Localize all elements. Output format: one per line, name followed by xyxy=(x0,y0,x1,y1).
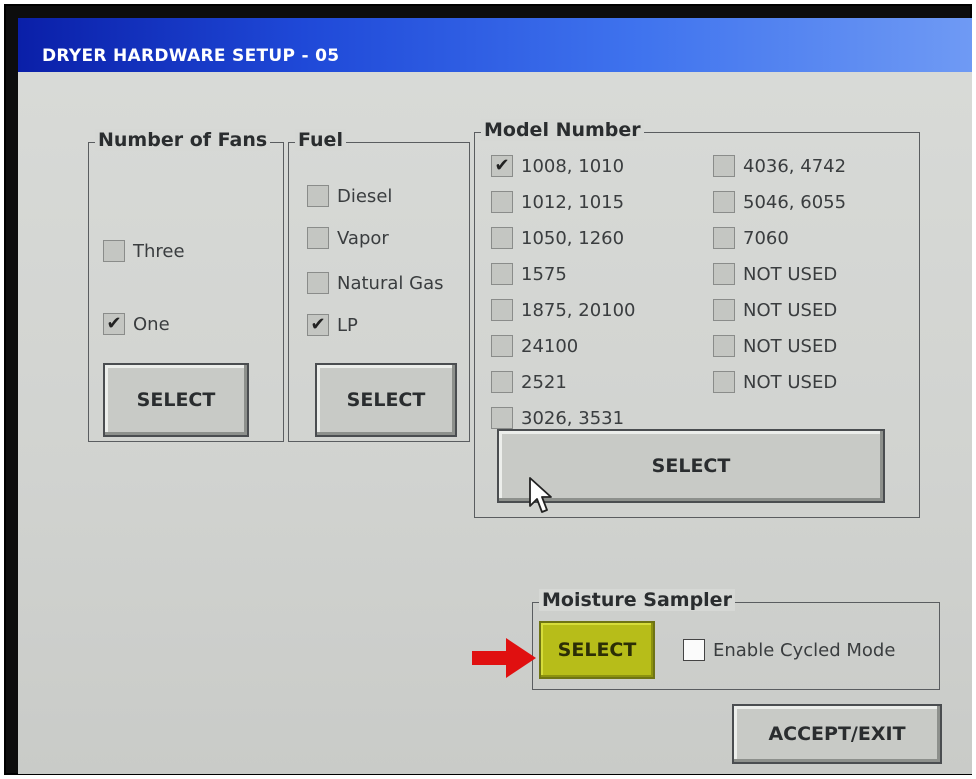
mouse-pointer-icon xyxy=(529,477,552,513)
model-right-option[interactable]: 5046, 6055 xyxy=(713,191,846,213)
model-right-checkbox[interactable] xyxy=(713,227,735,249)
model-left-option[interactable]: 24100 xyxy=(491,335,578,357)
model-left-label: 3026, 3531 xyxy=(521,407,625,429)
moisture-group: Moisture Sampler SELECT Enable Cycled Mo… xyxy=(532,589,940,690)
model-select-button[interactable]: SELECT xyxy=(497,429,885,503)
fans-three-checkbox[interactable] xyxy=(103,240,125,262)
model-left-checkbox[interactable] xyxy=(491,371,513,393)
cycled-mode-option[interactable]: Enable Cycled Mode xyxy=(683,639,895,661)
model-left-option[interactable]: 2521 xyxy=(491,371,567,393)
model-left-label: 1050, 1260 xyxy=(521,227,625,249)
fans-option-three[interactable]: Three xyxy=(103,240,185,262)
window-title: DRYER HARDWARE SETUP - 05 xyxy=(42,46,340,66)
fans-one-checkbox[interactable]: ✔ xyxy=(103,313,125,335)
model-right-label: NOT USED xyxy=(743,335,838,357)
model-left-option[interactable]: 1050, 1260 xyxy=(491,227,624,249)
red-arrow-icon xyxy=(472,638,536,678)
model-left-option[interactable]: 1012, 1015 xyxy=(491,191,624,213)
model-left-checkbox[interactable] xyxy=(491,335,513,357)
model-left-option[interactable]: 3026, 3531 xyxy=(491,407,624,429)
photo-frame: DRYER HARDWARE SETUP - 05 Number of Fans… xyxy=(4,4,972,775)
fuel-lp-label: LP xyxy=(337,314,358,336)
fuel-option-lp[interactable]: ✔ LP xyxy=(307,314,358,336)
moisture-legend: Moisture Sampler xyxy=(539,589,735,611)
model-right-option[interactable]: NOT USED xyxy=(713,299,837,321)
model-left-label: 1575 xyxy=(521,263,567,285)
model-right-option[interactable]: NOT USED xyxy=(713,263,837,285)
model-right-label: NOT USED xyxy=(743,371,838,393)
moisture-select-button[interactable]: SELECT xyxy=(539,621,655,679)
model-right-label: 7060 xyxy=(743,227,789,249)
model-left-checkbox[interactable] xyxy=(491,227,513,249)
model-left-checkbox[interactable] xyxy=(491,407,513,429)
model-right-label: NOT USED xyxy=(743,263,838,285)
model-right-checkbox[interactable] xyxy=(713,335,735,357)
model-left-checkbox[interactable] xyxy=(491,299,513,321)
cycled-mode-checkbox[interactable] xyxy=(683,639,705,661)
model-right-checkbox[interactable] xyxy=(713,263,735,285)
model-right-label: 5046, 6055 xyxy=(743,191,847,213)
model-left-label: 1875, 20100 xyxy=(521,299,636,321)
fuel-diesel-checkbox[interactable] xyxy=(307,185,329,207)
model-legend: Model Number xyxy=(481,119,644,141)
fuel-option-vapor[interactable]: Vapor xyxy=(307,227,389,249)
fuel-select-button[interactable]: SELECT xyxy=(315,363,457,437)
model-right-checkbox[interactable] xyxy=(713,155,735,177)
fuel-group: Fuel Diesel Vapor Natural Gas ✔ LP SELEC… xyxy=(288,129,470,442)
fans-select-button[interactable]: SELECT xyxy=(103,363,249,437)
model-right-option[interactable]: NOT USED xyxy=(713,335,837,357)
model-left-checkbox[interactable] xyxy=(491,191,513,213)
model-group: Model Number ✔ 1008, 1010 1012, 1015 1050, … xyxy=(474,119,920,518)
cycled-mode-label: Enable Cycled Mode xyxy=(713,639,896,661)
model-right-label: NOT USED xyxy=(743,299,838,321)
fuel-lp-checkbox[interactable]: ✔ xyxy=(307,314,329,336)
model-right-option[interactable]: NOT USED xyxy=(713,371,837,393)
fuel-vapor-checkbox[interactable] xyxy=(307,227,329,249)
fuel-legend: Fuel xyxy=(295,129,346,151)
fans-group: Number of Fans Three ✔ One SELECT xyxy=(88,129,284,442)
model-left-checkbox[interactable]: ✔ xyxy=(491,155,513,177)
model-right-option[interactable]: 4036, 4742 xyxy=(713,155,846,177)
model-left-label: 24100 xyxy=(521,335,579,357)
hmi-screen: DRYER HARDWARE SETUP - 05 Number of Fans… xyxy=(18,18,972,774)
title-bar: DRYER HARDWARE SETUP - 05 xyxy=(18,18,972,72)
model-left-option[interactable]: 1575 xyxy=(491,263,567,285)
model-left-checkbox[interactable] xyxy=(491,263,513,285)
model-right-checkbox[interactable] xyxy=(713,371,735,393)
fans-legend: Number of Fans xyxy=(95,129,271,151)
model-left-label: 2521 xyxy=(521,371,567,393)
accept-exit-button[interactable]: ACCEPT/EXIT xyxy=(732,704,942,764)
model-left-label: 1012, 1015 xyxy=(521,191,625,213)
fans-three-label: Three xyxy=(133,240,185,262)
model-right-label: 4036, 4742 xyxy=(743,155,847,177)
model-left-option[interactable]: ✔ 1008, 1010 xyxy=(491,155,624,177)
fuel-vapor-label: Vapor xyxy=(337,227,389,249)
fans-option-one[interactable]: ✔ One xyxy=(103,313,170,335)
model-right-checkbox[interactable] xyxy=(713,191,735,213)
model-left-label: 1008, 1010 xyxy=(521,155,625,177)
model-right-option[interactable]: 7060 xyxy=(713,227,789,249)
fuel-option-natural-gas[interactable]: Natural Gas xyxy=(307,272,443,294)
fans-one-label: One xyxy=(133,313,170,335)
model-left-option[interactable]: 1875, 20100 xyxy=(491,299,636,321)
fuel-diesel-label: Diesel xyxy=(337,185,393,207)
fuel-natural-gas-label: Natural Gas xyxy=(337,272,444,294)
fuel-option-diesel[interactable]: Diesel xyxy=(307,185,392,207)
model-right-checkbox[interactable] xyxy=(713,299,735,321)
fuel-natural-gas-checkbox[interactable] xyxy=(307,272,329,294)
